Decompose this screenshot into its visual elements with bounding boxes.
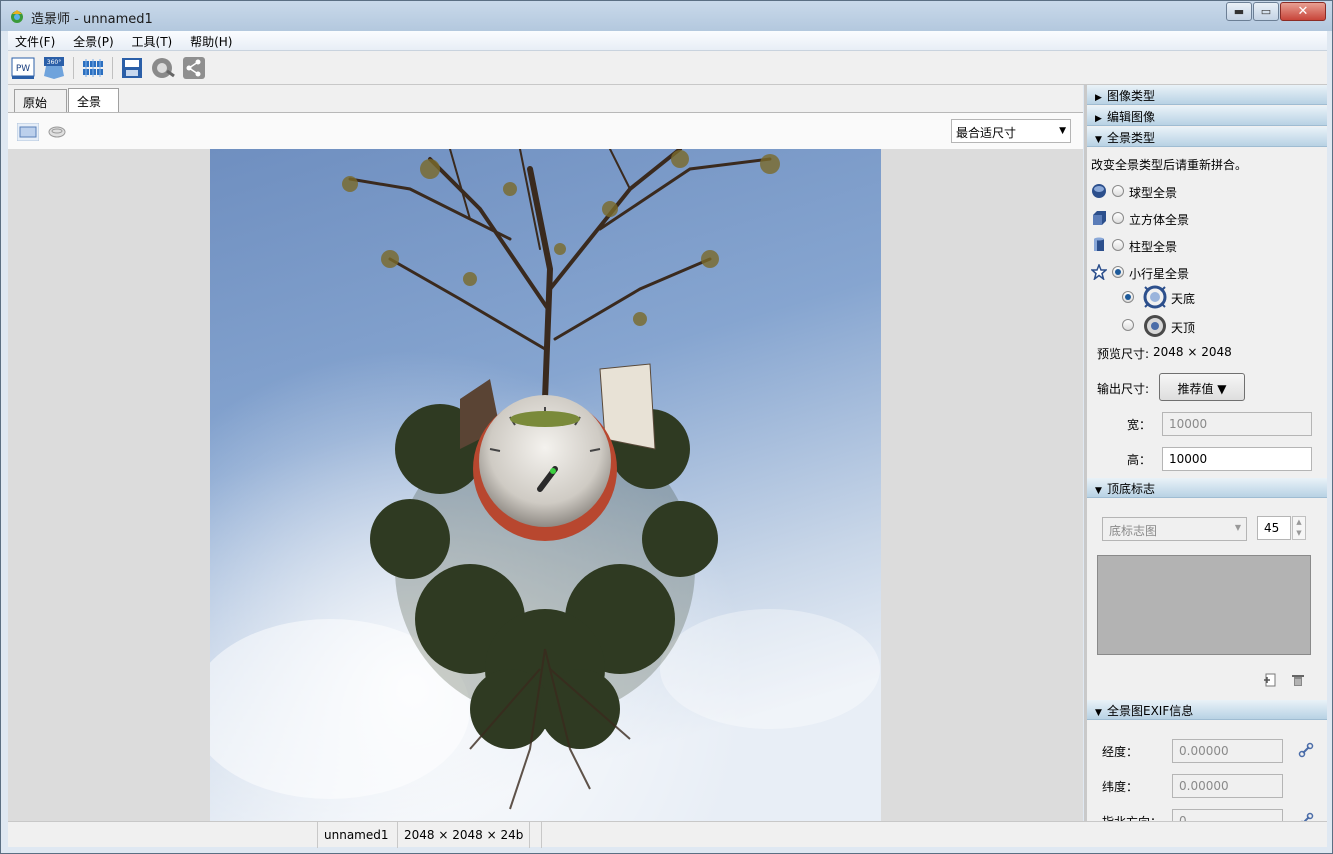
maximize-button[interactable]: ▭ xyxy=(1253,2,1279,21)
flat-view-icon[interactable] xyxy=(17,123,39,141)
status-cell xyxy=(541,822,571,848)
menu-tools[interactable]: 工具(T) xyxy=(125,31,180,50)
cube-pano-icon xyxy=(1093,211,1106,225)
toolbar: PW 360° xyxy=(8,51,1327,85)
north-direction-input[interactable]: 0 xyxy=(1172,809,1283,821)
close-button[interactable]: ✕ xyxy=(1280,2,1326,21)
radio-zenith[interactable] xyxy=(1122,319,1134,331)
logo-type-select[interactable]: 底标志图 ▼ xyxy=(1102,517,1247,541)
window-title: 造景师 - unnamed1 xyxy=(31,12,153,27)
link-icon[interactable] xyxy=(1298,742,1314,758)
chevron-down-icon: ▼ xyxy=(1059,126,1066,136)
status-bar: unnamed1 2048 × 2048 × 24b xyxy=(8,821,1327,848)
radio-sphere-label: 球型全景 xyxy=(1129,186,1178,200)
add-logo-icon[interactable] xyxy=(1263,673,1277,687)
triangle-down-icon: ▼ xyxy=(1095,135,1102,145)
radio-nadir[interactable] xyxy=(1122,291,1134,303)
longitude-input[interactable]: 0.00000 xyxy=(1172,739,1283,763)
minimize-button[interactable]: ▬ xyxy=(1226,2,1252,21)
title-bar[interactable]: 造景师 - unnamed1 ▬ ▭ ✕ xyxy=(1,1,1332,31)
section-logo-label: 顶底标志 xyxy=(1107,482,1156,496)
longitude-label: 经度： xyxy=(1102,745,1139,759)
triangle-right-icon: ▶ xyxy=(1095,93,1102,103)
height-input[interactable]: 10000 xyxy=(1162,447,1312,471)
zenith-icon xyxy=(1144,315,1166,337)
app-window: 造景师 - unnamed1 ▬ ▭ ✕ 文件(F) 全景(P) 工具(T) 帮… xyxy=(0,0,1333,854)
recommended-size-button[interactable]: 推荐值 ▼ xyxy=(1159,373,1245,401)
little-planet-photo xyxy=(210,149,881,821)
latitude-input[interactable]: 0.00000 xyxy=(1172,774,1283,798)
chevron-down-icon: ▼ xyxy=(1234,523,1241,532)
app-logo-icon xyxy=(11,10,23,23)
zoom-select-value: 最合适尺寸 xyxy=(956,126,1017,140)
radio-little-planet-label: 小行星全景 xyxy=(1129,267,1190,281)
image-canvas[interactable] xyxy=(8,149,1083,821)
triangle-down-icon: ▼ xyxy=(1095,708,1102,718)
tab-original[interactable]: 原始图 xyxy=(14,89,67,127)
nadir-icon xyxy=(1143,285,1167,309)
section-pano-type-label: 全景类型 xyxy=(1107,131,1156,145)
status-cell xyxy=(529,822,541,848)
logo-type-select-value: 底标志图 xyxy=(1109,524,1158,538)
status-filename: unnamed1 xyxy=(317,822,397,848)
planet-star-icon xyxy=(1091,264,1107,280)
b360-label: 360° xyxy=(47,59,61,66)
radio-little-planet[interactable] xyxy=(1112,266,1124,278)
radio-cylinder-label: 柱型全景 xyxy=(1129,240,1178,254)
section-logo[interactable]: ▼ 顶底标志 xyxy=(1087,478,1327,498)
latitude-label: 纬度： xyxy=(1102,780,1139,794)
logo-preview xyxy=(1097,555,1311,655)
section-edit-image-label: 编辑图像 xyxy=(1107,110,1156,124)
radio-nadir-label: 天底 xyxy=(1171,292,1196,306)
status-dimensions: 2048 × 2048 × 24b xyxy=(397,822,529,848)
pano-type-hint: 改变全景类型后请重新拼合。 xyxy=(1091,158,1248,172)
save-360-icon[interactable] xyxy=(120,56,144,80)
section-edit-image[interactable]: ▶ 编辑图像 xyxy=(1087,106,1327,126)
section-exif-label: 全景图EXIF信息 xyxy=(1107,704,1194,718)
logo-size-spinner[interactable]: ▲ ▼ xyxy=(1292,516,1306,540)
toolbar-separator xyxy=(73,57,74,79)
radio-cube[interactable] xyxy=(1112,212,1124,224)
view-toolbar: 最合适尺寸 ▼ xyxy=(8,112,1083,149)
toolbar-separator xyxy=(112,57,113,79)
preview-size-value: 2048 × 2048 xyxy=(1153,345,1232,359)
radio-cylinder[interactable] xyxy=(1112,239,1124,251)
preview-size-label: 预览尺寸: xyxy=(1097,347,1150,361)
radio-sphere[interactable] xyxy=(1112,185,1124,197)
north-direction-label: 指北方向： xyxy=(1102,813,1162,821)
menu-bar: 文件(F) 全景(P) 工具(T) 帮助(H) xyxy=(8,31,1327,51)
radio-cube-label: 立方体全景 xyxy=(1129,213,1190,227)
output-size-label: 输出尺寸: xyxy=(1097,382,1150,396)
width-label: 宽： xyxy=(1127,418,1152,432)
tab-panorama[interactable]: 全景图 xyxy=(68,88,119,126)
section-exif[interactable]: ▼ 全景图EXIF信息 xyxy=(1087,700,1327,720)
link-icon[interactable] xyxy=(1298,812,1314,821)
section-image-type-label: 图像类型 xyxy=(1107,89,1156,103)
sphere-pano-icon xyxy=(1092,184,1106,198)
cylinder-pano-icon xyxy=(1094,237,1104,251)
settings-panel: ▶ 图像类型 ▶ 编辑图像 ▼ 全景类型 改变全景类型后请重新拼合。 球型全景 立方体… xyxy=(1084,85,1327,821)
planet-image-icon xyxy=(210,149,881,821)
open-360-icon[interactable]: 360° xyxy=(42,56,66,80)
preview-pane: 原始图 全景图 最合适尺寸 ▼ xyxy=(8,85,1083,821)
section-pano-type[interactable]: ▼ 全景类型 xyxy=(1087,127,1327,147)
menu-help[interactable]: 帮助(H) xyxy=(183,31,239,50)
triangle-down-icon: ▼ xyxy=(1095,486,1102,496)
triangle-right-icon: ▶ xyxy=(1095,114,1102,124)
width-input[interactable]: 10000 xyxy=(1162,412,1312,436)
preview-icon[interactable] xyxy=(151,56,175,80)
logo-size-input[interactable]: 45 xyxy=(1257,516,1291,540)
new-project-pw-icon[interactable]: PW xyxy=(11,56,35,80)
pw-label: PW xyxy=(16,64,30,74)
height-label: 高： xyxy=(1127,453,1152,467)
trash-icon[interactable] xyxy=(1291,673,1305,687)
share-icon[interactable] xyxy=(182,56,206,80)
sphere-view-icon[interactable] xyxy=(48,125,66,139)
stitch-icon[interactable] xyxy=(81,56,105,80)
zoom-select[interactable]: 最合适尺寸 ▼ xyxy=(951,119,1071,143)
radio-zenith-label: 天顶 xyxy=(1171,321,1196,335)
menu-file[interactable]: 文件(F) xyxy=(8,31,62,50)
section-image-type[interactable]: ▶ 图像类型 xyxy=(1087,85,1327,105)
menu-panorama[interactable]: 全景(P) xyxy=(66,31,121,50)
